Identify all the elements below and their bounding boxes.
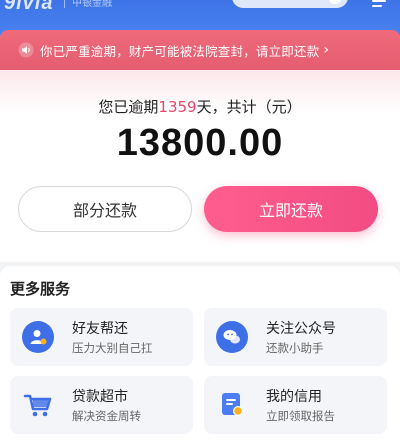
service-my-credit[interactable]: 我的信用 立即领取报告 xyxy=(204,376,387,434)
service-title: 贷款超市 xyxy=(72,389,128,405)
total-amount: 13800.00 xyxy=(116,122,284,164)
shopping-cart-icon xyxy=(22,389,54,421)
service-title: 好友帮还 xyxy=(72,321,128,337)
speaker-icon xyxy=(18,42,34,58)
brand-subtitle: 中银金融 xyxy=(72,0,112,9)
chevron-right-icon: › xyxy=(323,42,330,58)
service-subtitle: 压力大别自己扛 xyxy=(72,341,153,355)
service-loan-market[interactable]: 贷款超市 解决资金周转 xyxy=(10,376,193,434)
overdue-summary-line: 您已逾期1359天，共计（元） xyxy=(0,96,400,117)
overdue-summary-card: 您已逾期1359天，共计（元） 13800.00 部分还款 立即还款 xyxy=(0,70,400,262)
service-subtitle: 立即领取报告 xyxy=(266,409,335,423)
user-help-icon xyxy=(22,321,54,353)
overdue-alert-banner[interactable]: 你已严重逾期，财产可能被法院查封，请立即还款 › xyxy=(0,30,400,70)
overdue-prefix: 您已逾期 xyxy=(98,98,159,116)
alert-text: 你已严重逾期，财产可能被法院查封，请立即还款 xyxy=(40,43,320,59)
brand-logo: 9ivia xyxy=(4,0,54,14)
header-account-pill[interactable] xyxy=(232,0,348,8)
repay-now-button[interactable]: 立即还款 xyxy=(204,186,378,232)
wechat-icon xyxy=(216,321,248,353)
service-subtitle: 还款小助手 xyxy=(266,341,324,355)
overdue-suffix: 天，共计（元） xyxy=(196,98,302,116)
menu-icon[interactable] xyxy=(370,0,388,10)
avatar xyxy=(328,0,342,4)
service-subtitle: 解决资金周转 xyxy=(72,409,141,423)
brand-divider xyxy=(64,0,65,8)
section-title: 更多服务 xyxy=(10,280,71,298)
overdue-days: 1359 xyxy=(158,98,197,116)
credit-report-icon xyxy=(216,389,248,421)
service-follow-account[interactable]: 关注公众号 还款小助手 xyxy=(204,308,387,366)
more-services-section: 更多服务 好友帮还 压力大别自己扛 关注公众号 还款小助手 贷款超市 解决资金周… xyxy=(0,266,400,443)
service-title: 我的信用 xyxy=(266,389,322,405)
service-title: 关注公众号 xyxy=(266,321,336,337)
partial-repay-button[interactable]: 部分还款 xyxy=(18,186,192,232)
service-friend-help[interactable]: 好友帮还 压力大别自己扛 xyxy=(10,308,193,366)
